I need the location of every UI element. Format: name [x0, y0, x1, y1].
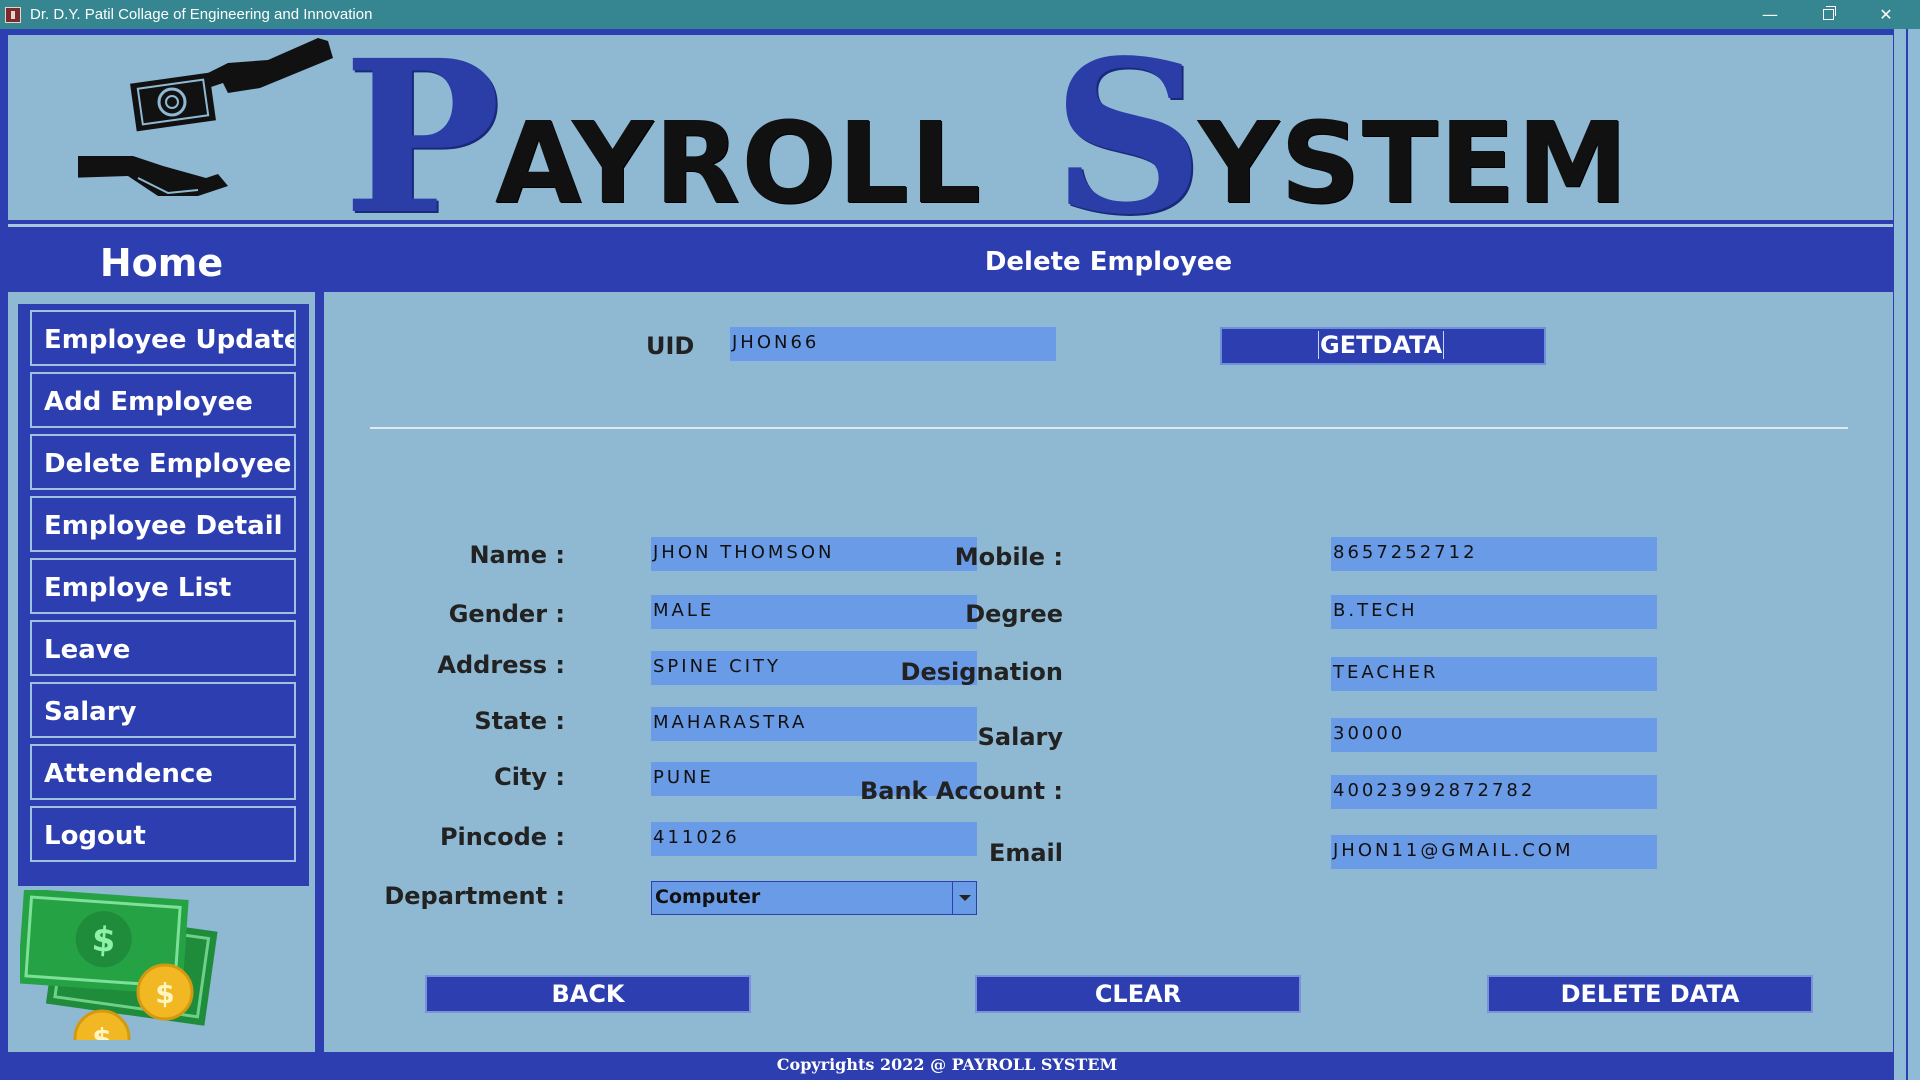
- title-bar: Dr. D.Y. Patil Collage of Engineering an…: [0, 0, 1920, 29]
- department-label: Department :: [384, 882, 565, 910]
- page-title: Delete Employee: [324, 236, 1893, 292]
- pincode-label: Pincode :: [439, 823, 565, 851]
- email-field[interactable]: jhon11@gmail.com: [1331, 835, 1657, 869]
- minimize-icon: —: [1762, 5, 1778, 24]
- chevron-down-icon[interactable]: [952, 882, 976, 914]
- address-label: Address :: [437, 651, 565, 679]
- mobile-field[interactable]: 8657252712: [1331, 537, 1657, 571]
- gender-label: Gender :: [448, 600, 565, 628]
- sidebar-item-employee-detail[interactable]: Employee Detail: [30, 496, 296, 552]
- state-label: State :: [474, 707, 565, 735]
- money-icon: $ $ $: [20, 890, 218, 1040]
- mobile-label: Mobile :: [954, 543, 1063, 571]
- app-title-initial-s: S: [1052, 14, 1204, 261]
- app-title-ystem: YSTEM: [1197, 99, 1629, 229]
- divider: [370, 427, 1848, 429]
- name-label: Name :: [469, 541, 565, 569]
- clear-button[interactable]: CLEAR: [975, 975, 1301, 1013]
- sidebar-item-logout[interactable]: Logout: [30, 806, 296, 862]
- sidebar-item-attendence[interactable]: Attendence: [30, 744, 296, 800]
- svg-text:$: $: [155, 977, 174, 1010]
- salary-label: Salary: [977, 723, 1063, 751]
- app-title-initial-p: P: [343, 14, 501, 261]
- window-right-edge: [1894, 29, 1920, 1080]
- svg-text:$: $: [92, 1022, 111, 1040]
- city-label: City :: [494, 763, 565, 791]
- degree-field[interactable]: B.Tech: [1331, 595, 1657, 629]
- money-symbol: $: [90, 919, 116, 961]
- close-icon: ✕: [1879, 5, 1893, 24]
- delete-employee-form: UID JHON66 GETDATA Name : Jhon Thomson G…: [324, 292, 1893, 1052]
- payroll-hands-icon: [78, 38, 333, 196]
- designation-field[interactable]: Teacher: [1331, 657, 1657, 691]
- sidebar-item-add-employee[interactable]: Add Employee: [30, 372, 296, 428]
- bank-account-field[interactable]: 40023992872782: [1331, 775, 1657, 809]
- uid-input[interactable]: JHON66: [730, 327, 1056, 361]
- designation-label: Designation: [900, 658, 1063, 686]
- footer-copyright: Copyrights 2022 @ PAYROLL SYSTEM: [776, 1055, 1118, 1074]
- uid-label: UID: [646, 332, 695, 360]
- sidebar-item-employee-update[interactable]: Employee Update: [30, 310, 296, 366]
- sidebar-item-employee-list[interactable]: Employe List: [30, 558, 296, 614]
- delete-data-button[interactable]: DELETE DATA: [1487, 975, 1813, 1013]
- window-title: Dr. D.Y. Patil Collage of Engineering an…: [30, 6, 373, 23]
- app-title: P AYROLL S YSTEM: [343, 14, 1629, 261]
- getdata-label: GETDATA: [1318, 331, 1445, 359]
- department-select[interactable]: Computer: [651, 881, 977, 915]
- bank-account-label: Bank Account :: [859, 777, 1063, 805]
- degree-label: Degree: [965, 600, 1063, 628]
- app-title-ayroll: AYROLL: [494, 99, 983, 229]
- sidebar-item-salary[interactable]: Salary: [30, 682, 296, 738]
- minimize-button[interactable]: —: [1742, 0, 1798, 29]
- department-value: Computer: [655, 886, 761, 908]
- sidebar-home-label: Home: [8, 236, 315, 294]
- sidebar-item-delete-employee[interactable]: Delete Employee: [30, 434, 296, 490]
- email-label: Email: [988, 839, 1063, 867]
- maximize-button[interactable]: [1800, 0, 1856, 29]
- app-icon: [5, 6, 21, 23]
- getdata-button[interactable]: GETDATA: [1220, 327, 1546, 365]
- restore-icon: [1822, 6, 1836, 20]
- header-banner: P AYROLL S YSTEM: [8, 14, 1893, 261]
- close-button[interactable]: ✕: [1858, 0, 1914, 29]
- sidebar-item-leave[interactable]: Leave: [30, 620, 296, 676]
- salary-field[interactable]: 30000: [1331, 718, 1657, 752]
- sidebar-menu: Employee Update Add Employee Delete Empl…: [18, 304, 309, 886]
- back-button[interactable]: BACK: [425, 975, 751, 1013]
